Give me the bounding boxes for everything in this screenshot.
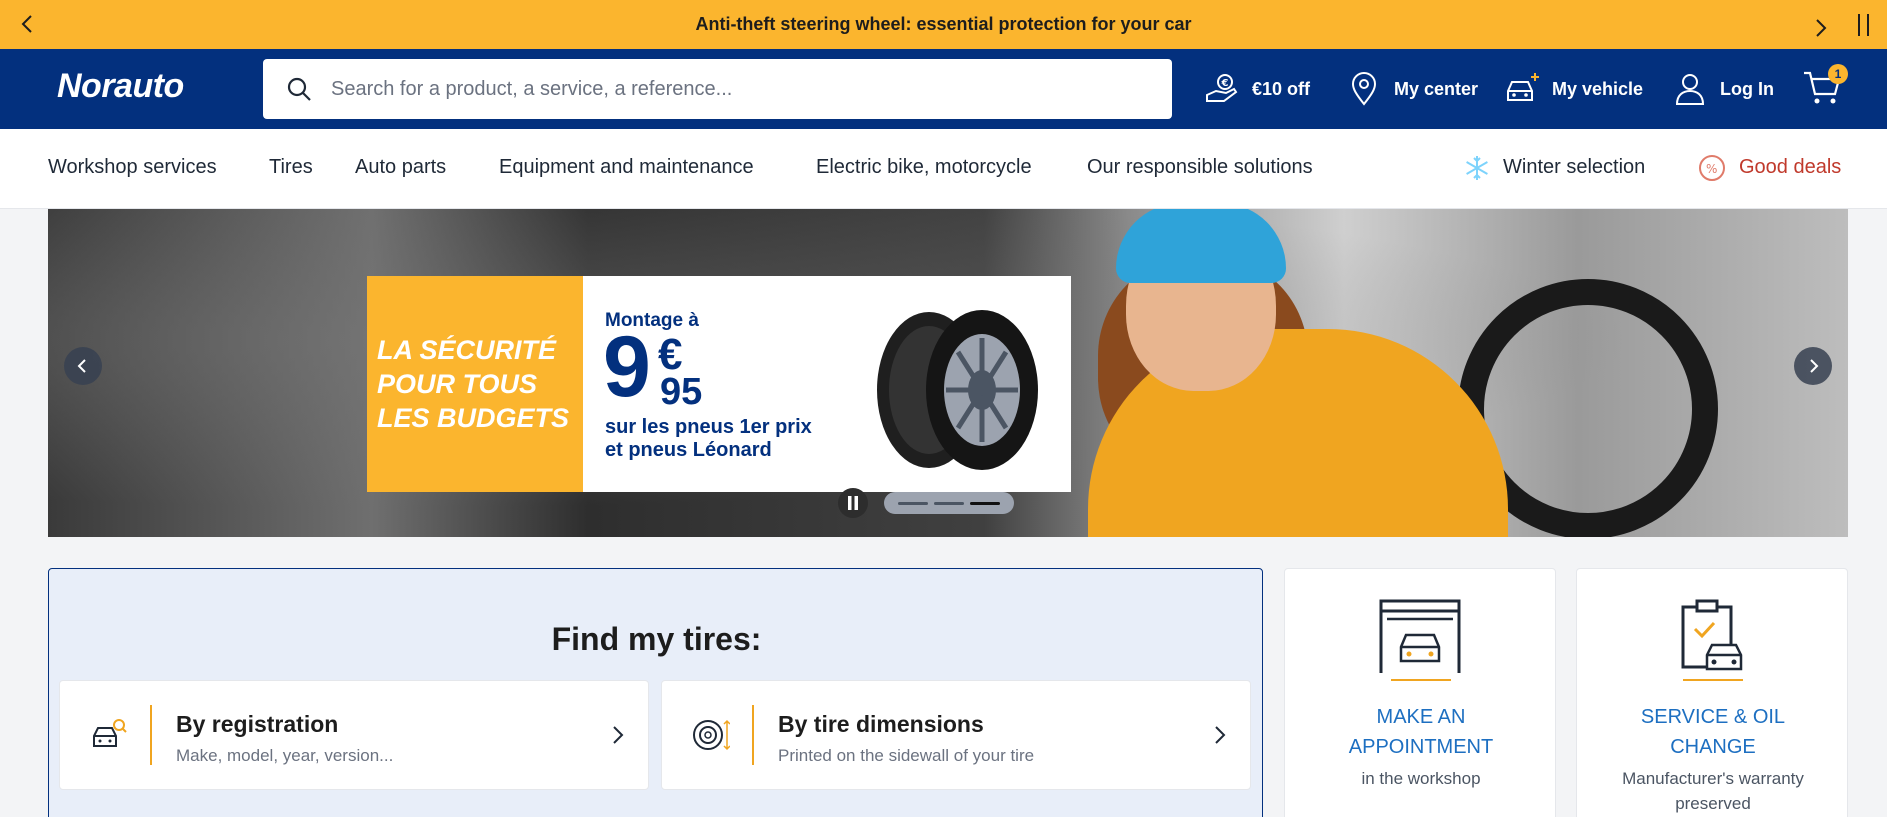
service-oil-sub: Manufacturer's warranty preserved xyxy=(1622,769,1804,813)
search-input[interactable] xyxy=(331,77,1111,101)
login-link[interactable]: Log In xyxy=(1672,69,1774,109)
hero-price-panel: Montage à 9 € 95 sur les pneus 1er prix … xyxy=(583,276,843,492)
tire-finder: Find my tires: By registration Make, mod… xyxy=(48,568,1263,817)
chevron-right-icon xyxy=(613,726,624,744)
by-registration-title: By registration xyxy=(176,711,339,737)
hero-prev-button[interactable] xyxy=(64,347,102,385)
my-center-label: My center xyxy=(1394,78,1479,99)
hero-dot-2[interactable] xyxy=(934,501,964,505)
hero-tagline: LA SÉCURITÉ POUR TOUS LES BUDGETS xyxy=(377,335,570,433)
hero-promo-banner[interactable]: LA SÉCURITÉ POUR TOUS LES BUDGETS Montag… xyxy=(367,276,1071,492)
nav-item-workshop[interactable]: Workshop services xyxy=(48,156,217,179)
appointment-title: MAKE AN APPOINTMENT xyxy=(1348,706,1494,758)
nav-item-auto-parts[interactable]: Auto parts xyxy=(355,156,446,179)
add-car-icon xyxy=(1507,73,1539,101)
card-divider xyxy=(752,705,754,765)
hero-carousel: LA SÉCURITÉ POUR TOUS LES BUDGETS Montag… xyxy=(48,209,1848,537)
chevron-left-icon xyxy=(77,359,86,373)
by-dimensions-card[interactable]: By tire dimensions Printed on the sidewa… xyxy=(661,680,1251,790)
appointment-sub: in the workshop xyxy=(1361,769,1481,788)
by-dimensions-sub: Printed on the sidewall of your tire xyxy=(778,746,1035,765)
promo-bar: Anti-theft steering wheel: essential pro… xyxy=(0,0,1887,49)
svg-text:€: € xyxy=(1221,78,1229,89)
svg-text:%: % xyxy=(1706,162,1717,176)
hero-price-cents: 95 xyxy=(660,371,703,413)
discount-icon: % xyxy=(1699,155,1725,181)
nav-item-good-deals[interactable]: Good deals xyxy=(1739,156,1841,179)
search-bar xyxy=(263,59,1172,119)
chevron-right-icon[interactable] xyxy=(1808,16,1832,40)
user-icon xyxy=(1675,74,1705,105)
by-registration-card[interactable]: By registration Make, model, year, versi… xyxy=(59,680,649,790)
hero-price-main: 9 xyxy=(603,319,651,415)
hero-tagline-panel: LA SÉCURITÉ POUR TOUS LES BUDGETS xyxy=(367,276,583,492)
hero-pause-button[interactable] xyxy=(838,488,868,518)
my-vehicle-link[interactable]: My vehicle xyxy=(1504,69,1643,109)
chevron-right-icon xyxy=(1810,359,1819,373)
hero-dot-1[interactable] xyxy=(898,501,928,505)
nav-item-winter[interactable]: Winter selection xyxy=(1503,156,1645,179)
tires-image xyxy=(877,310,1038,470)
service-oil-card[interactable]: SERVICE & OIL CHANGE Manufacturer's warr… xyxy=(1576,568,1848,817)
pause-icon xyxy=(848,496,858,510)
clipboard-car-icon xyxy=(1681,599,1743,671)
hero-sub-text: sur les pneus 1er prix et pneus Léonard xyxy=(605,416,812,461)
location-pin-icon xyxy=(1351,72,1377,106)
nav-item-electric-bike[interactable]: Electric bike, motorcycle xyxy=(816,156,1032,179)
promo-link-label: €10 off xyxy=(1252,78,1311,99)
chevron-left-icon[interactable] xyxy=(16,12,40,36)
card-accent-line xyxy=(1391,679,1451,681)
appointment-card[interactable]: MAKE AN APPOINTMENT in the workshop xyxy=(1284,568,1556,817)
euro-hand-icon: € xyxy=(1206,74,1238,102)
by-dimensions-title: By tire dimensions xyxy=(778,711,984,737)
main-nav: Workshop services Tires Auto parts Equip… xyxy=(0,129,1887,209)
garage-car-icon xyxy=(1379,599,1461,673)
woman-hat-image xyxy=(1116,209,1286,283)
finder-title: Find my tires: xyxy=(551,621,762,657)
by-registration-sub: Make, model, year, version... xyxy=(176,746,394,765)
snowflake-icon xyxy=(1466,156,1488,180)
card-accent-line xyxy=(1683,679,1743,681)
tire-size-icon xyxy=(693,719,730,751)
hero-pagination xyxy=(884,492,1014,514)
promo-text[interactable]: Anti-theft steering wheel: essential pro… xyxy=(695,14,1191,35)
nav-item-responsible[interactable]: Our responsible solutions xyxy=(1087,156,1313,179)
promo-link[interactable]: € €10 off xyxy=(1204,69,1310,109)
nav-item-tires[interactable]: Tires xyxy=(269,156,313,179)
card-divider xyxy=(150,705,152,765)
nav-item-equipment[interactable]: Equipment and maintenance xyxy=(499,156,754,179)
pause-icon[interactable] xyxy=(1856,14,1872,36)
norauto-logo[interactable]: Norauto xyxy=(57,67,184,106)
car-search-icon xyxy=(93,719,127,747)
site-header: Norauto € €10 off My center My vehicle L… xyxy=(0,49,1887,129)
chevron-right-icon xyxy=(1215,726,1226,744)
cart-count-badge: 1 xyxy=(1828,64,1848,84)
login-label: Log In xyxy=(1720,78,1774,99)
my-center-link[interactable]: My center xyxy=(1346,69,1478,109)
hero-dot-3[interactable] xyxy=(970,501,1000,505)
hero-next-button[interactable] xyxy=(1794,347,1832,385)
service-oil-title: SERVICE & OIL CHANGE xyxy=(1640,706,1786,758)
my-vehicle-label: My vehicle xyxy=(1552,78,1644,99)
search-icon[interactable] xyxy=(285,75,313,103)
